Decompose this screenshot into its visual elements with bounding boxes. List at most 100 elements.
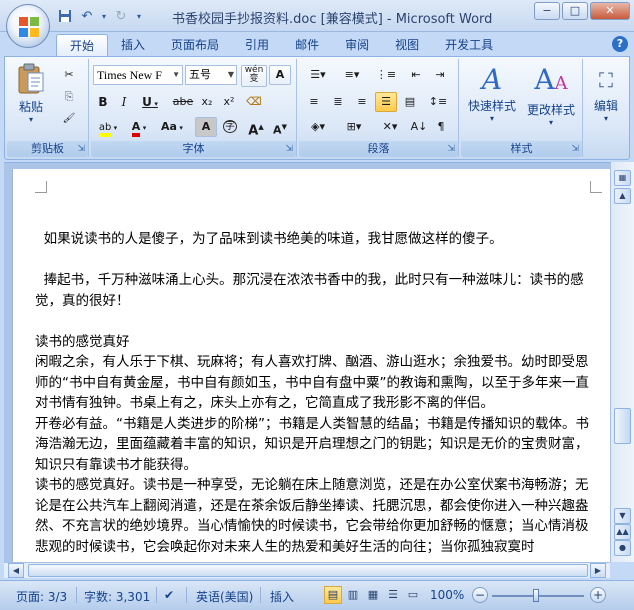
print-layout-view-icon[interactable]: ▤: [324, 586, 342, 604]
tab-home[interactable]: 开始: [56, 34, 109, 56]
language-indicator[interactable]: 英语(美国): [196, 588, 253, 605]
distributed-icon[interactable]: ▤: [399, 92, 421, 112]
insert-mode-indicator[interactable]: 插入: [270, 588, 294, 605]
copy-icon[interactable]: ⎘: [59, 87, 79, 107]
zoom-in-icon[interactable]: +: [590, 587, 606, 603]
underline-button[interactable]: U ▾: [136, 92, 164, 112]
redo-icon[interactable]: ↻: [112, 7, 130, 25]
character-border-button[interactable]: A: [269, 65, 291, 85]
help-icon[interactable]: ?: [612, 36, 628, 52]
highlight-button[interactable]: ab ▾: [93, 117, 123, 137]
paste-button[interactable]: 粘贴 ▾: [13, 63, 49, 125]
font-color-label: A: [131, 120, 141, 137]
format-painter-icon[interactable]: 🖌: [59, 109, 79, 129]
customize-qat-icon[interactable]: ▾: [134, 7, 144, 25]
line-spacing-icon[interactable]: ↕≡: [423, 92, 453, 112]
font-name-combo[interactable]: Times New F ▼: [93, 65, 183, 85]
previous-page-icon[interactable]: ▲▲: [614, 524, 631, 540]
multilevel-list-icon[interactable]: ⋮≡: [371, 65, 401, 85]
superscript-button[interactable]: x²: [219, 92, 239, 112]
document-page[interactable]: 如果说读书的人是傻子，为了品味到读书绝美的味道，我甘愿做这样的傻子。 捧起书，千…: [12, 169, 610, 563]
phonetic-guide-button[interactable]: wén 变: [241, 65, 267, 87]
ruler-toggle-icon[interactable]: ▦: [614, 170, 631, 186]
grow-font-button[interactable]: A▲: [245, 117, 267, 138]
zoom-level[interactable]: 100%: [430, 588, 464, 602]
italic-button[interactable]: I: [114, 92, 134, 112]
show-formatting-marks-icon[interactable]: ¶: [431, 117, 451, 137]
scroll-left-icon[interactable]: ◀: [8, 563, 24, 578]
tab-view[interactable]: 视图: [382, 34, 432, 56]
paragraph-launcher-icon[interactable]: ⇲: [447, 144, 455, 154]
numbering-icon[interactable]: ≡▾: [337, 65, 367, 85]
minimize-button[interactable]: −: [534, 2, 560, 20]
horizontal-scroll-thumb[interactable]: [28, 564, 588, 577]
scroll-down-icon[interactable]: ▼: [614, 508, 631, 524]
save-icon[interactable]: [56, 7, 74, 25]
chevron-down-icon: ▾: [489, 114, 494, 123]
draft-view-icon[interactable]: ▭: [404, 586, 422, 604]
document-body[interactable]: 如果说读书的人是傻子，为了品味到读书绝美的味道，我甘愿做这样的傻子。 捧起书，千…: [35, 229, 593, 557]
align-center-icon[interactable]: ≣: [327, 92, 349, 112]
character-shading-button[interactable]: A: [195, 117, 217, 137]
decrease-indent-icon[interactable]: ⇤: [405, 65, 427, 85]
scroll-thumb[interactable]: [614, 408, 631, 444]
horizontal-scrollbar[interactable]: ◀ ▶: [4, 562, 610, 578]
justify-icon[interactable]: ☰: [375, 92, 397, 112]
shrink-font-button[interactable]: A▼: [269, 117, 291, 137]
browse-object-icon[interactable]: ●: [614, 540, 631, 556]
font-color-button[interactable]: A ▾: [125, 117, 153, 137]
clipboard-icon: [18, 63, 44, 94]
font-launcher-icon[interactable]: ⇲: [285, 144, 293, 154]
styles-launcher-icon[interactable]: ⇲: [571, 144, 579, 154]
bold-button[interactable]: B: [93, 92, 113, 112]
enclose-characters-button[interactable]: 字: [219, 117, 241, 137]
web-layout-icon[interactable]: ▦: [364, 586, 382, 604]
zoom-out-icon[interactable]: −: [472, 587, 488, 603]
change-styles-button[interactable]: AA 更改样式 ▾: [523, 63, 579, 133]
change-styles-icon: AA: [534, 63, 568, 96]
office-button[interactable]: [6, 4, 50, 48]
tab-references[interactable]: 引用: [232, 34, 282, 56]
tab-page-layout[interactable]: 页面布局: [158, 34, 232, 56]
tab-developer[interactable]: 开发工具: [432, 34, 506, 56]
increase-indent-icon[interactable]: ⇥: [429, 65, 451, 85]
strikethrough-button[interactable]: abe: [171, 92, 195, 112]
undo-icon[interactable]: ↶: [78, 7, 96, 25]
quick-styles-button[interactable]: A 快速样式 ▾: [465, 63, 519, 133]
font-size-combo[interactable]: 五号 ▼: [185, 65, 237, 85]
close-button[interactable]: ✕: [590, 2, 630, 20]
chinese-layout-icon[interactable]: ✕▾: [375, 117, 405, 137]
shading-icon[interactable]: ◈▾: [303, 117, 333, 137]
window-controls: − □ ✕: [534, 2, 630, 20]
word-count[interactable]: 字数: 3,301: [84, 588, 150, 605]
tab-insert[interactable]: 插入: [108, 34, 158, 56]
paragraph: 捧起书，千万种滋味涌上心头。那沉浸在浓浓书香中的我，此时只有一种滋味儿：读书的感…: [35, 272, 584, 309]
zoom-slider-thumb[interactable]: [533, 589, 539, 602]
window-title: 书香校园手抄报资料.doc [兼容模式] - Microsoft Word: [172, 12, 493, 27]
undo-dropdown-icon[interactable]: ▾: [100, 7, 108, 25]
highlight-label: ab: [98, 122, 112, 137]
editing-group: ⛶ 编辑 ▾: [585, 59, 627, 157]
full-screen-reading-icon[interactable]: ▥: [344, 586, 362, 604]
maximize-button[interactable]: □: [562, 2, 588, 20]
bullets-icon[interactable]: ☰▾: [303, 65, 333, 85]
cut-icon[interactable]: ✂: [59, 65, 79, 85]
proofing-icon[interactable]: ✔: [164, 588, 174, 602]
page-count[interactable]: 页面: 3/3: [16, 588, 67, 605]
align-left-icon[interactable]: ≡: [303, 92, 325, 112]
editing-button[interactable]: ⛶ 编辑 ▾: [587, 63, 625, 133]
clear-formatting-icon[interactable]: ⌫: [243, 92, 265, 112]
borders-icon[interactable]: ⊞▾: [339, 117, 369, 137]
vertical-scrollbar[interactable]: ▦ ▲ ▼ ▲▲ ●: [610, 162, 634, 562]
scroll-up-icon[interactable]: ▲: [614, 188, 631, 204]
align-right-icon[interactable]: ≡: [351, 92, 373, 112]
subscript-button[interactable]: x₂: [197, 92, 217, 112]
tab-review[interactable]: 审阅: [332, 34, 382, 56]
title-bar: ↶ ▾ ↻ ▾ 书香校园手抄报资料.doc [兼容模式] - Microsoft…: [0, 0, 634, 48]
clipboard-launcher-icon[interactable]: ⇲: [77, 144, 85, 154]
tab-mailings[interactable]: 邮件: [282, 34, 332, 56]
change-case-button[interactable]: Aa ▾: [157, 117, 187, 137]
sort-icon[interactable]: A↓: [409, 117, 429, 137]
scroll-right-icon[interactable]: ▶: [590, 563, 606, 578]
outline-view-icon[interactable]: ☰: [384, 586, 402, 604]
